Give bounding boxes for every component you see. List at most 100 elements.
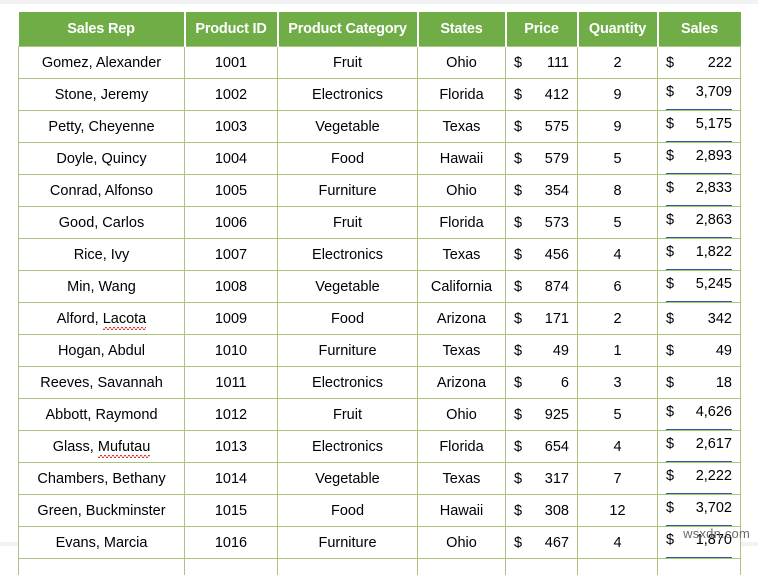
cell-states[interactable]: Texas — [418, 335, 506, 367]
cell-sales-rep[interactable]: Green, Buckminster — [19, 495, 185, 527]
column-header-states[interactable]: States — [418, 12, 506, 47]
cell-quantity[interactable]: 5 — [578, 143, 658, 175]
cell-product-id[interactable]: 1001 — [185, 47, 278, 79]
cell-sales-rep[interactable]: Stone, Jeremy — [19, 79, 185, 111]
cell-states[interactable]: Florida — [418, 79, 506, 111]
cell-sales-rep[interactable]: Doyle, Quincy — [19, 143, 185, 175]
cell-price[interactable]: $654 — [506, 431, 578, 463]
cell-product-category[interactable]: Electronics — [278, 431, 418, 463]
column-header-product-category[interactable]: Product Category — [278, 12, 418, 47]
cell-product-category[interactable]: Fruit — [278, 207, 418, 239]
empty-cell-price[interactable] — [506, 559, 578, 575]
cell-states[interactable]: Hawaii — [418, 495, 506, 527]
cell-quantity[interactable]: 5 — [578, 399, 658, 431]
cell-product-id[interactable]: 1006 — [185, 207, 278, 239]
cell-product-id[interactable]: 1013 — [185, 431, 278, 463]
cell-product-category[interactable]: Vegetable — [278, 463, 418, 495]
cell-product-id[interactable]: 1012 — [185, 399, 278, 431]
cell-product-category[interactable]: Furniture — [278, 335, 418, 367]
cell-product-category[interactable]: Electronics — [278, 239, 418, 271]
empty-cell-quantity[interactable] — [578, 559, 658, 575]
cell-sales[interactable]: $222 — [658, 47, 741, 79]
cell-sales[interactable]: $5,175 — [658, 111, 741, 143]
empty-cell-sales[interactable] — [658, 559, 741, 575]
cell-price[interactable]: $49 — [506, 335, 578, 367]
cell-price[interactable]: $111 — [506, 47, 578, 79]
column-header-price[interactable]: Price — [506, 12, 578, 47]
cell-product-id[interactable]: 1015 — [185, 495, 278, 527]
cell-sales-rep[interactable]: Evans, Marcia — [19, 527, 185, 559]
cell-product-id[interactable]: 1009 — [185, 303, 278, 335]
cell-product-category[interactable]: Furniture — [278, 527, 418, 559]
cell-product-id[interactable]: 1002 — [185, 79, 278, 111]
cell-quantity[interactable]: 1 — [578, 335, 658, 367]
cell-price[interactable]: $575 — [506, 111, 578, 143]
cell-states[interactable]: Arizona — [418, 367, 506, 399]
cell-product-category[interactable]: Electronics — [278, 79, 418, 111]
cell-price[interactable]: $6 — [506, 367, 578, 399]
cell-sales[interactable]: $2,617 — [658, 431, 741, 463]
cell-quantity[interactable]: 9 — [578, 79, 658, 111]
column-header-sales[interactable]: Sales — [658, 12, 741, 47]
cell-quantity[interactable]: 4 — [578, 431, 658, 463]
cell-product-category[interactable]: Food — [278, 143, 418, 175]
cell-product-category[interactable]: Furniture — [278, 175, 418, 207]
cell-sales[interactable]: $2,863 — [658, 207, 741, 239]
cell-product-id[interactable]: 1011 — [185, 367, 278, 399]
cell-sales[interactable]: $342 — [658, 303, 741, 335]
cell-states[interactable]: Ohio — [418, 47, 506, 79]
cell-quantity[interactable]: 3 — [578, 367, 658, 399]
cell-product-category[interactable]: Food — [278, 495, 418, 527]
cell-price[interactable]: $579 — [506, 143, 578, 175]
cell-states[interactable]: Texas — [418, 111, 506, 143]
cell-states[interactable]: Ohio — [418, 175, 506, 207]
cell-price[interactable]: $317 — [506, 463, 578, 495]
cell-quantity[interactable]: 2 — [578, 47, 658, 79]
cell-product-id[interactable]: 1008 — [185, 271, 278, 303]
cell-price[interactable]: $874 — [506, 271, 578, 303]
cell-quantity[interactable]: 12 — [578, 495, 658, 527]
cell-sales[interactable]: $2,833 — [658, 175, 741, 207]
cell-price[interactable]: $925 — [506, 399, 578, 431]
cell-sales-rep[interactable]: Good, Carlos — [19, 207, 185, 239]
cell-product-category[interactable]: Food — [278, 303, 418, 335]
cell-sales-rep[interactable]: Chambers, Bethany — [19, 463, 185, 495]
empty-cell-states[interactable] — [418, 559, 506, 575]
cell-sales-rep[interactable]: Petty, Cheyenne — [19, 111, 185, 143]
column-header-quantity[interactable]: Quantity — [578, 12, 658, 47]
cell-product-id[interactable]: 1004 — [185, 143, 278, 175]
cell-sales[interactable]: $49 — [658, 335, 741, 367]
cell-sales[interactable]: $2,893 — [658, 143, 741, 175]
cell-states[interactable]: Texas — [418, 463, 506, 495]
cell-product-category[interactable]: Vegetable — [278, 271, 418, 303]
cell-states[interactable]: Ohio — [418, 399, 506, 431]
column-header-product-id[interactable]: Product ID — [185, 12, 278, 47]
cell-sales[interactable]: $4,626 — [658, 399, 741, 431]
cell-sales-rep[interactable]: Rice, Ivy — [19, 239, 185, 271]
cell-states[interactable]: Texas — [418, 239, 506, 271]
cell-product-category[interactable]: Vegetable — [278, 111, 418, 143]
cell-product-id[interactable]: 1010 — [185, 335, 278, 367]
cell-sales-rep[interactable]: Min, Wang — [19, 271, 185, 303]
cell-sales-rep[interactable]: Reeves, Savannah — [19, 367, 185, 399]
cell-price[interactable]: $456 — [506, 239, 578, 271]
cell-product-category[interactable]: Fruit — [278, 47, 418, 79]
cell-sales-rep[interactable]: Gomez, Alexander — [19, 47, 185, 79]
cell-sales-rep[interactable]: Conrad, Alfonso — [19, 175, 185, 207]
cell-price[interactable]: $354 — [506, 175, 578, 207]
cell-states[interactable]: Arizona — [418, 303, 506, 335]
cell-product-id[interactable]: 1003 — [185, 111, 278, 143]
cell-states[interactable]: Ohio — [418, 527, 506, 559]
cell-sales[interactable]: $3,709 — [658, 79, 741, 111]
cell-states[interactable]: California — [418, 271, 506, 303]
empty-cell-product-id[interactable] — [185, 559, 278, 575]
cell-quantity[interactable]: 6 — [578, 271, 658, 303]
cell-sales-rep[interactable]: Alford, Lacota — [19, 303, 185, 335]
cell-price[interactable]: $573 — [506, 207, 578, 239]
cell-quantity[interactable]: 4 — [578, 527, 658, 559]
cell-quantity[interactable]: 8 — [578, 175, 658, 207]
cell-states[interactable]: Florida — [418, 431, 506, 463]
cell-states[interactable]: Florida — [418, 207, 506, 239]
cell-quantity[interactable]: 4 — [578, 239, 658, 271]
empty-cell-sales-rep[interactable] — [19, 559, 185, 575]
